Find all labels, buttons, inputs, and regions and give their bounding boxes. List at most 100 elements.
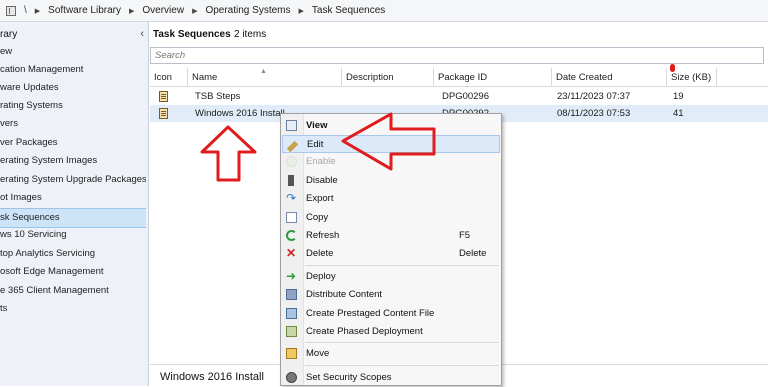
export-arrow-icon: ↷	[286, 191, 297, 205]
collapse-pane-icon[interactable]: ‹	[140, 28, 144, 40]
context-menu-item-delete[interactable]: ✕ Delete Delete	[282, 245, 500, 263]
sidebar-item[interactable]: vers	[0, 115, 146, 133]
column-header-description[interactable]: Description	[342, 68, 434, 86]
column-header-icon[interactable]: Icon	[150, 68, 188, 86]
search-box[interactable]	[150, 47, 764, 64]
sidebar-item[interactable]: ws 10 Servicing	[0, 226, 146, 244]
context-menu-item-label: Deploy	[306, 271, 336, 282]
refresh-icon	[286, 230, 297, 241]
cell-name: TSB Steps	[195, 91, 241, 102]
grid-header: Icon Name Description Package ID Date Cr…	[150, 68, 768, 87]
context-menu-item-set-security-scopes[interactable]: Set Security Scopes	[282, 369, 500, 387]
sidebar-item[interactable]: osoft Edge Management	[0, 263, 146, 281]
sidebar-item[interactable]: ts	[0, 300, 146, 318]
context-menu-item-label: Create Prestaged Content File	[306, 308, 435, 319]
context-menu-item-label: Delete	[306, 248, 334, 259]
distribute-content-icon	[286, 289, 297, 300]
annotation-dot	[670, 64, 675, 72]
sidebar-item[interactable]: ot Images	[0, 189, 146, 207]
column-header-date-created[interactable]: Date Created	[552, 68, 667, 86]
details-title: Windows 2016 Install	[160, 371, 264, 383]
cell-size: 19	[673, 91, 684, 102]
breadcrumb-arrow-icon[interactable]: ▶	[129, 7, 134, 15]
context-menu-item-distribute-content[interactable]: Distribute Content	[282, 286, 500, 304]
context-menu-item-label: Refresh	[306, 230, 340, 241]
context-menu: View Edit Enable Disable ↷ Export Copy Refresh F…	[280, 113, 502, 386]
context-menu-item-label: Enable	[306, 156, 336, 167]
prestaged-content-icon	[286, 308, 297, 319]
context-menu-item-create-prestaged-content-file[interactable]: Create Prestaged Content File	[282, 305, 500, 323]
cell-package-id: DPG00296	[442, 91, 490, 102]
search-input[interactable]	[151, 48, 763, 63]
sidebar-item[interactable]: top Analytics Servicing	[0, 245, 146, 263]
context-menu-item-label: Create Phased Deployment	[306, 326, 423, 337]
deploy-arrow-icon: ➜	[286, 269, 297, 283]
column-header-package-id[interactable]: Package ID	[434, 68, 552, 86]
navigation-pane: rary ‹ ew cation Management ware Updates ra…	[0, 22, 149, 386]
sidebar-item[interactable]: rating Systems	[0, 97, 146, 115]
cell-size: 41	[673, 108, 684, 119]
menu-separator	[305, 342, 499, 343]
context-menu-item-refresh[interactable]: Refresh F5	[282, 227, 500, 245]
context-menu-item-copy[interactable]: Copy	[282, 209, 500, 227]
copy-icon	[286, 212, 297, 223]
security-scopes-icon	[286, 372, 297, 383]
phased-deployment-icon	[286, 326, 297, 337]
breadcrumb-software-library[interactable]: Software Library	[48, 5, 121, 16]
breadcrumb: \ ▶ Software Library ▶ Overview ▶ Operat…	[0, 0, 768, 22]
breadcrumb-task-sequences[interactable]: Task Sequences	[312, 5, 385, 16]
breadcrumb-overview[interactable]: Overview	[142, 5, 184, 16]
breadcrumb-arrow-icon[interactable]: ▶	[35, 7, 40, 15]
context-menu-item-edit[interactable]: Edit	[282, 135, 500, 153]
shortcut-key: Delete	[459, 248, 487, 259]
sidebar-item[interactable]: ver Packages	[0, 134, 146, 152]
breadcrumb-arrow-icon[interactable]: ▶	[192, 7, 197, 15]
context-menu-item-disable[interactable]: Disable	[282, 172, 500, 190]
table-row[interactable]: TSB Steps DPG00296 23/11/2023 07:37 19	[150, 88, 768, 105]
context-menu-item-label: Distribute Content	[306, 289, 383, 300]
enable-icon	[286, 156, 297, 167]
context-menu-item-label: Set Security Scopes	[306, 372, 392, 383]
cell-description	[346, 88, 436, 105]
context-menu-item-label: Move	[306, 348, 330, 359]
context-menu-item-label: Edit	[307, 139, 324, 150]
sort-ascending-icon: ▲	[260, 68, 267, 75]
sidebar-item[interactable]: e 365 Client Management	[0, 282, 146, 300]
folder-move-icon	[286, 348, 297, 359]
delete-x-icon: ✕	[286, 246, 297, 260]
context-menu-item-label: View	[306, 120, 328, 131]
task-sequence-icon	[159, 108, 168, 119]
breadcrumb-arrow-icon[interactable]: ▶	[299, 7, 304, 15]
results-header: Task Sequences 2 items	[150, 25, 768, 45]
annotation-arrow-up	[200, 125, 257, 182]
sidebar-item[interactable]: ware Updates	[0, 79, 146, 97]
sidebar-item[interactable]: ew	[0, 43, 146, 61]
context-menu-item-enable: Enable	[282, 153, 500, 171]
sidebar-item[interactable]: cation Management	[0, 61, 146, 79]
pencil-icon	[286, 140, 299, 153]
menu-separator	[305, 265, 499, 266]
context-menu-item-label: Copy	[306, 212, 329, 223]
context-menu-item-move[interactable]: Move	[282, 345, 500, 363]
console-root-icon[interactable]	[6, 5, 16, 16]
context-menu-item-create-phased-deployment[interactable]: Create Phased Deployment	[282, 323, 500, 341]
context-menu-item-export[interactable]: ↷ Export	[282, 190, 500, 208]
cell-date-created: 08/11/2023 07:53	[557, 108, 631, 119]
task-sequence-icon	[159, 91, 168, 102]
context-menu-item-label: Disable	[306, 175, 338, 186]
shortcut-key: F5	[459, 230, 471, 241]
context-menu-item-deploy[interactable]: ➜ Deploy	[282, 268, 500, 286]
context-menu-item-label: Export	[306, 193, 334, 204]
page-title: Task Sequences	[153, 29, 231, 40]
navigation-pane-title: rary	[0, 29, 18, 40]
sidebar-item[interactable]: sk Sequences	[0, 208, 146, 228]
context-menu-item-view[interactable]: View	[282, 117, 500, 135]
sidebar-item[interactable]: erating System Upgrade Packages	[0, 171, 146, 189]
disable-icon	[288, 175, 294, 186]
cell-date-created: 23/11/2023 07:37	[557, 91, 631, 102]
sidebar-item[interactable]: erating System Images	[0, 152, 146, 170]
breadcrumb-operating-systems[interactable]: Operating Systems	[205, 5, 290, 16]
view-icon	[286, 120, 297, 131]
item-count: 2 items	[234, 29, 267, 40]
menu-separator	[305, 365, 499, 366]
